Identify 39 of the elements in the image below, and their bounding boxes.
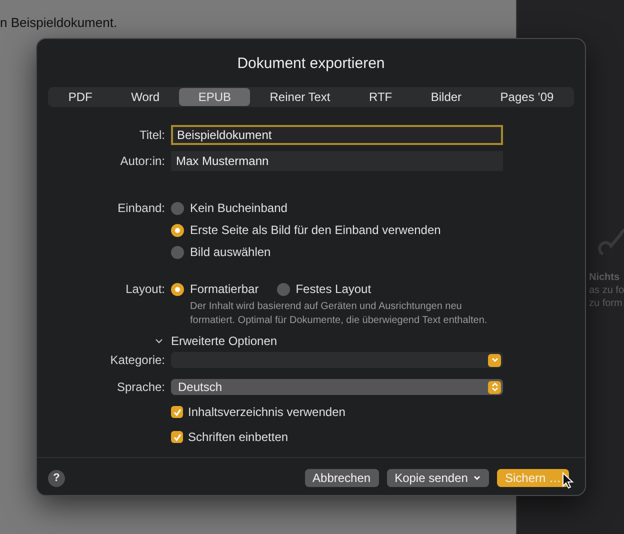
- radio-option[interactable]: Kein Bucheinband: [171, 201, 288, 215]
- format-tab[interactable]: Reiner Text: [250, 88, 350, 106]
- radio-option[interactable]: Bild auswählen: [171, 245, 271, 259]
- popup-menu[interactable]: Deutsch: [171, 379, 503, 395]
- format-tab[interactable]: Bilder: [411, 88, 481, 106]
- sidebar-text: zu form: [589, 298, 624, 309]
- format-tab[interactable]: Pages ’09: [480, 88, 574, 106]
- checkbox-option[interactable]: Inhaltsverzeichnis verwenden: [171, 405, 346, 419]
- dialog-title: Dokument exportieren: [236, 55, 386, 72]
- dialog-button[interactable]: Abbrechen: [304, 469, 379, 487]
- radio-option[interactable]: Erste Seite als Bild für den Einband verwenden: [171, 223, 441, 237]
- chevron-icon: [155, 337, 163, 345]
- chevron-icon: [472, 474, 481, 482]
- mouse-pointer-icon: [562, 472, 574, 489]
- format-tab[interactable]: Word: [112, 88, 179, 106]
- advanced-options-toggle[interactable]: Erweiterte Optionen: [155, 334, 585, 348]
- format-tab[interactable]: EPUB: [178, 88, 250, 106]
- field-label: Autor:in:: [119, 154, 165, 168]
- radio-option[interactable]: Festes Layout: [276, 282, 372, 296]
- sidebar-text: Nichts: [589, 272, 621, 283]
- help-button[interactable]: ?: [48, 470, 65, 486]
- dialog-button[interactable]: Kopie senden: [386, 469, 489, 487]
- field-label: Sprache:: [116, 380, 165, 394]
- document-text: n Beispieldokument.: [0, 15, 118, 30]
- field-label: Layout:: [124, 282, 165, 296]
- format-tab[interactable]: RTF: [350, 88, 412, 106]
- checkbox-option[interactable]: Schriften einbetten: [171, 430, 288, 444]
- field-label: Einband:: [116, 201, 165, 215]
- chevron-icon: [488, 354, 501, 366]
- text-field[interactable]: Max Mustermann: [171, 151, 503, 171]
- text-field[interactable]: Beispieldokument: [171, 125, 503, 145]
- field-label: Kategorie:: [109, 353, 165, 367]
- field-label: Titel:: [138, 128, 165, 142]
- chevron-icon: [488, 380, 501, 394]
- layout-description: Der Inhalt wird basierend auf Geräten und Ausrichtungen neu formatiert. Optimal für Dokumente, die überwiegend Text enthalten.: [190, 300, 488, 328]
- popup-menu[interactable]: [171, 352, 503, 368]
- sidebar-text: as zu fo: [589, 285, 624, 296]
- radio-option[interactable]: Formatierbar: [171, 282, 259, 296]
- format-tab[interactable]: PDF: [49, 88, 112, 106]
